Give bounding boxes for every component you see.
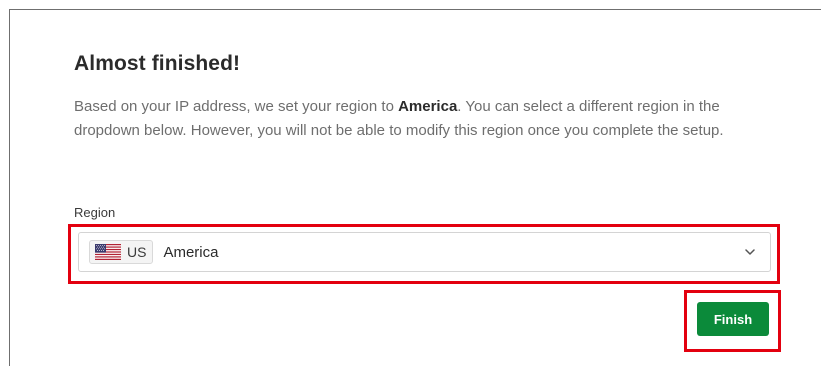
finish-button[interactable]: Finish [697, 302, 769, 336]
description-region-name: America [398, 98, 458, 115]
chevron-down-icon[interactable] [744, 246, 756, 258]
region-country-code: US [127, 244, 147, 260]
us-flag-icon [95, 244, 121, 260]
page-title: Almost finished! [74, 52, 241, 75]
region-label: Region [74, 205, 116, 220]
region-select[interactable]: US America [78, 232, 771, 272]
description-text-start: Based on your IP address, we set your re… [74, 98, 399, 115]
region-country-chip: US [89, 240, 154, 264]
page: Almost finished! Based on your IP addres… [0, 0, 823, 366]
region-selected-value: America [163, 243, 219, 261]
region-description: Based on your IP address, we set your re… [74, 95, 774, 143]
